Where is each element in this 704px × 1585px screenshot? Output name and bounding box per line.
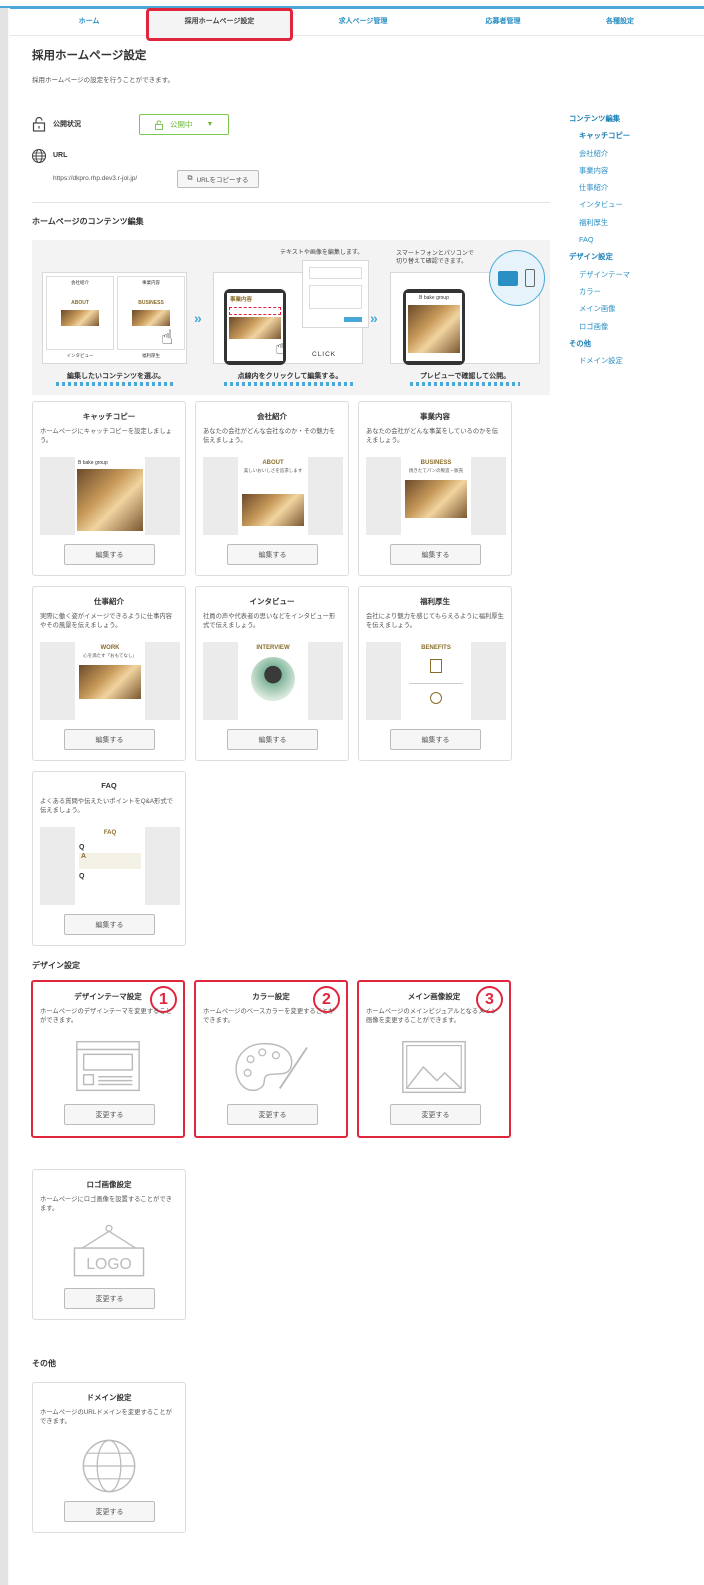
edit-interview-button[interactable]: 編集する (227, 729, 318, 750)
edit-company-intro-button[interactable]: 編集する (227, 544, 318, 565)
tab-various-settings[interactable]: 各種設定 (550, 9, 690, 36)
change-logo-image-button[interactable]: 変更する (64, 1288, 155, 1309)
change-domain-button[interactable]: 変更する (64, 1501, 155, 1522)
sidebar-nav: コンテンツ編集 キャッチコピー 会社紹介 事業内容 仕事紹介 インタビュー 福利… (569, 110, 699, 369)
card-main-image: 3 メイン画像設定 ホームページのメインビジュアルとなるメイン画像を変更すること… (357, 980, 511, 1138)
layout-icon (76, 1040, 140, 1092)
smartphone-icon (525, 269, 535, 287)
left-edge-bar (0, 8, 8, 1585)
tab-recruit-homepage-settings[interactable]: 採用ホームページ設定 (146, 8, 293, 41)
copy-url-button[interactable]: ⧉ URLをコピーする (177, 170, 259, 188)
publish-status-value: 公開中 (170, 120, 193, 129)
page-title: 採用ホームページ設定 (32, 50, 147, 62)
sidebar-item-catch-copy[interactable]: キャッチコピー (569, 127, 699, 144)
guide-step2-caption: 点線内をクリックして編集する。 (224, 371, 356, 386)
publish-status-select[interactable]: 公開中 ▼ (139, 114, 229, 135)
device-switch-bubble (489, 250, 545, 306)
palette-icon (235, 1042, 308, 1092)
card-job-intro: 仕事紹介 実際に働く姿がイメージできるように仕事内容やその風景を伝えましょう。 … (32, 586, 186, 761)
tab-job-page-management[interactable]: 求人ページ管理 (293, 9, 433, 36)
url-label: URL (53, 152, 68, 159)
globe-icon (82, 1439, 136, 1493)
hand-pointer-icon: ☝ (161, 327, 174, 349)
edit-benefits-button[interactable]: 編集する (390, 729, 481, 750)
card-design-theme: 1 デザインテーマ設定 ホームページのデザインテーマを変更することができます。 … (31, 980, 185, 1138)
divider (32, 202, 550, 203)
publish-status-label: 公開状況 (53, 121, 81, 128)
sidebar-item-design-theme[interactable]: デザインテーマ (569, 266, 699, 283)
company-intro-thumbnail: ABOUT 美しいおいしさを追求します (203, 457, 343, 535)
image-icon (402, 1040, 466, 1094)
change-color-button[interactable]: 変更する (227, 1104, 318, 1125)
sidebar-item-domain[interactable]: ドメイン設定 (569, 352, 699, 369)
guide-step3-caption: プレビューで確認して公開。 (410, 371, 520, 386)
edit-catch-copy-button[interactable]: 編集する (64, 544, 155, 565)
sidebar-item-benefits[interactable]: 福利厚生 (569, 214, 699, 231)
sidebar-item-color[interactable]: カラー (569, 283, 699, 300)
copy-icon: ⧉ (187, 175, 193, 182)
guide-step1-panel: 会社紹介 ABOUT 事業内容 BUSINESS インタビュー 福利厚生 ☝ (42, 272, 187, 364)
benefits-thumbnail: BENEFITS (366, 642, 506, 720)
card-business: 事業内容 あなたの会社がどんな事業をしているのかを伝えましょう。 BUSINES… (358, 401, 512, 576)
sidebar-heading-content[interactable]: コンテンツ編集 (569, 110, 699, 127)
chevron-right-icon: » (370, 310, 378, 326)
design-section-title: デザイン設定 (32, 961, 80, 970)
tab-home[interactable]: ホーム (30, 9, 148, 36)
desktop-icon (498, 271, 518, 286)
change-design-theme-button[interactable]: 変更する (64, 1104, 155, 1125)
card-interview: インタビュー 社員の声や代表者の思いなどをインタビュー形式で伝えましょう。 IN… (195, 586, 349, 761)
content-section-title: ホームページのコンテンツ編集 (32, 217, 144, 226)
faq-thumbnail: FAQ Q A Q (40, 827, 180, 905)
lock-open-icon (32, 116, 46, 132)
chevron-down-icon: ▼ (206, 121, 214, 128)
card-faq: FAQ よくある質問や伝えたいポイントをQ&A形式で伝えましょう。 FAQ Q … (32, 771, 186, 946)
svg-text:LOGO: LOGO (86, 1256, 132, 1273)
hand-pointer-icon: ☝ (275, 337, 288, 359)
edit-job-intro-button[interactable]: 編集する (64, 729, 155, 750)
card-benefits: 福利厚生 会社により魅力を感じてもらえるように福利厚生を伝えましょう。 BENE… (358, 586, 512, 761)
sidebar-item-main-image[interactable]: メイン画像 (569, 300, 699, 317)
card-catch-copy: キャッチコピー ホームページにキャッチコピーを設定しましょう。 B bake g… (32, 401, 186, 576)
catch-copy-thumbnail: B bake group (40, 457, 180, 535)
sidebar-item-interview[interactable]: インタビュー (569, 196, 699, 213)
chevron-right-icon: » (194, 310, 202, 326)
sidebar-item-business[interactable]: 事業内容 (569, 162, 699, 179)
sidebar-heading-other[interactable]: その他 (569, 335, 699, 352)
business-thumbnail: BUSINESS 焼きたてパンの製造・販売 (366, 457, 506, 535)
homepage-url: https://dkpro.rhp.dev3.r-jol.jp/ (53, 175, 138, 182)
content-edit-guide: 会社紹介 ABOUT 事業内容 BUSINESS インタビュー 福利厚生 ☝ »… (32, 240, 550, 395)
logo-icon: LOGO (73, 1224, 145, 1277)
sidebar-heading-design[interactable]: デザイン設定 (569, 248, 699, 265)
change-main-image-button[interactable]: 変更する (390, 1104, 481, 1125)
interview-thumbnail: INTERVIEW (203, 642, 343, 720)
edit-faq-button[interactable]: 編集する (64, 914, 155, 935)
card-company-intro: 会社紹介 あなたの会社がどんな会社なのか・その魅力を伝えましょう。 ABOUT … (195, 401, 349, 576)
job-intro-thumbnail: WORK 心を満たす「おもてなし」 (40, 642, 180, 720)
sidebar-item-logo-image[interactable]: ロゴ画像 (569, 318, 699, 335)
globe-icon (31, 148, 47, 164)
edit-dialog-preview (302, 260, 369, 328)
sidebar-item-company-intro[interactable]: 会社紹介 (569, 145, 699, 162)
lock-open-icon (155, 120, 163, 130)
guide-step1-caption: 編集したいコンテンツを選ぶ。 (56, 371, 176, 386)
edit-business-button[interactable]: 編集する (390, 544, 481, 565)
card-logo-image: ロゴ画像設定 ホームページにロゴ画像を設置することができます。 LOGO 変更す… (32, 1169, 186, 1320)
card-color: 2 カラー設定 ホームページのベースカラーを変更することができます。 変更する (194, 980, 348, 1138)
card-domain: ドメイン設定 ホームページのURLドメインを変更することができます。 変更する (32, 1382, 186, 1533)
sidebar-item-job-intro[interactable]: 仕事紹介 (569, 179, 699, 196)
other-section-title: その他 (32, 1359, 56, 1368)
sidebar-item-faq[interactable]: FAQ (569, 231, 699, 248)
main-nav: ホーム 採用ホームページ設定 求人ページ管理 応募者管理 各種設定 (10, 8, 704, 41)
page-description: 採用ホームページの設定を行うことができます。 (32, 77, 175, 84)
